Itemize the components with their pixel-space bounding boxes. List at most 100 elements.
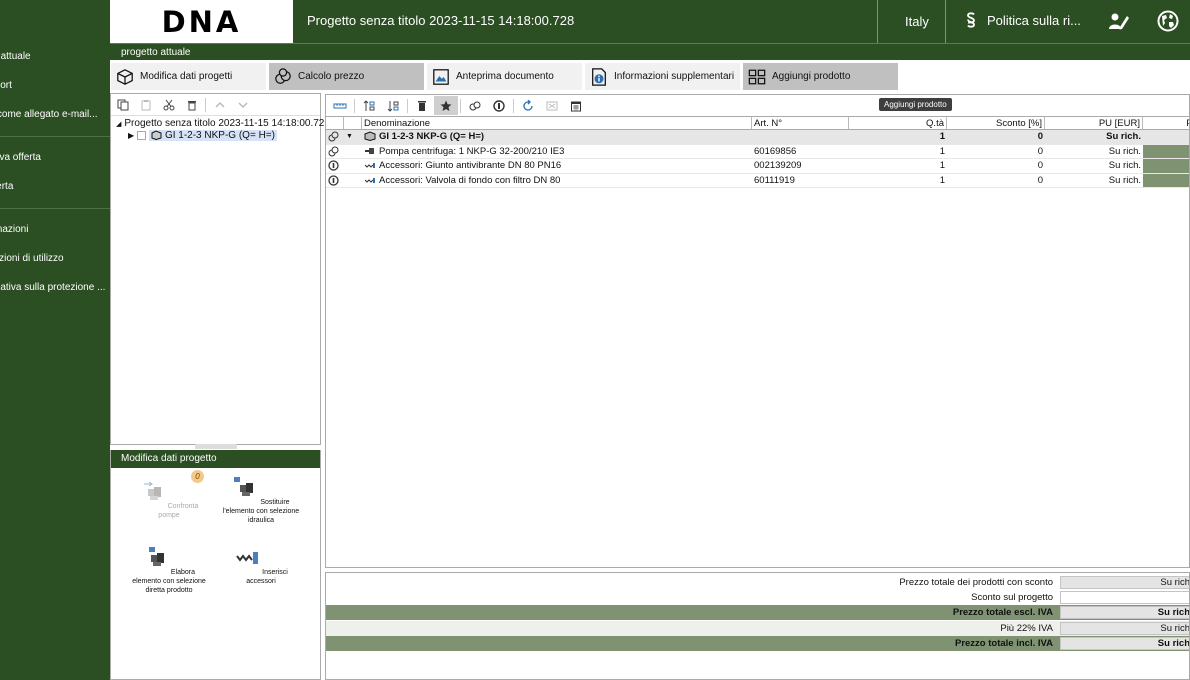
paste-button[interactable] xyxy=(134,95,157,115)
region-selector[interactable]: Italy xyxy=(905,14,929,29)
tab-calcolo-prezzo[interactable]: Calcolo prezzo xyxy=(269,63,424,90)
row-qty[interactable]: 1 xyxy=(849,145,947,159)
currency-icon xyxy=(493,99,505,112)
tab-aggiungi-prodotto[interactable]: Aggiungi prodotto xyxy=(743,63,898,90)
summary-label: Più 22% IVA xyxy=(1000,623,1053,634)
row-discount[interactable]: 0 xyxy=(947,174,1045,188)
move-down-button[interactable] xyxy=(231,95,254,115)
sidebar-item-offerta[interactable]: Offerta xyxy=(0,181,13,192)
currency-icon xyxy=(328,174,339,186)
toolbar-divider xyxy=(407,98,408,113)
column-header-price[interactable]: Pre xyxy=(1143,117,1189,129)
sidebar-item-privacy[interactable]: Informativa sulla protezione ... xyxy=(0,282,105,293)
table-row[interactable]: Accessori: Giunto antivibrante DN 80 PN1… xyxy=(326,159,1189,174)
cut-button[interactable] xyxy=(157,95,180,115)
tree-item-selected: GI 1-2-3 NKP-G (Q= H=) xyxy=(149,130,277,141)
summary-value: Su rich xyxy=(1060,637,1189,650)
globe-icon[interactable] xyxy=(1157,10,1179,32)
row-expand-caret-icon[interactable]: ▼ xyxy=(344,130,362,144)
edit-user-icon[interactable] xyxy=(1108,10,1130,32)
tab-label: Modifica dati progetti xyxy=(140,71,233,82)
copy-button[interactable] xyxy=(111,95,134,115)
row-qty[interactable]: 1 xyxy=(849,130,947,144)
compare-pumps-icon xyxy=(143,481,161,500)
tab-info-supplementari[interactable]: Informazioni supplementari xyxy=(585,63,740,90)
row-discount[interactable]: 0 xyxy=(947,159,1045,173)
row-qty[interactable]: 1 xyxy=(849,159,947,173)
sidebar-item-salva-offerta[interactable]: Salva offerta xyxy=(0,152,41,163)
row-type-cell xyxy=(326,130,344,144)
summary-label: Prezzo totale dei prodotti con sconto xyxy=(899,577,1053,588)
summary-row-total-excl-vat: Prezzo totale escl. IVA Su rich xyxy=(326,605,1189,620)
sort-desc-button[interactable] xyxy=(381,96,405,115)
summary-row-total-incl-vat: Prezzo totale incl. IVA Su rich xyxy=(326,636,1189,651)
row-qty[interactable]: 1 xyxy=(849,174,947,188)
row-name: Accessori: Valvola di fondo con filtro D… xyxy=(379,174,561,186)
insert-accessories-button[interactable]: Inserisci accessori xyxy=(221,546,301,586)
favorite-button[interactable] xyxy=(434,96,458,115)
expand-caret-icon: ◢ xyxy=(116,120,122,128)
tree-checkbox[interactable] xyxy=(137,131,147,140)
column-header-unit-price[interactable]: PU [EUR] xyxy=(1045,117,1143,129)
page-title: Progetto senza titolo 2023-11-15 14:18:0… xyxy=(307,13,575,28)
splitter-handle[interactable] xyxy=(195,444,237,449)
column-header-qty[interactable]: Q.tà xyxy=(849,117,947,129)
tree-item[interactable]: ▶ GI 1-2-3 NKP-G (Q= H=) xyxy=(128,130,277,141)
sidebar-item-email[interactable]: Invia come allegato e-mail... xyxy=(0,109,98,120)
column-header-art[interactable]: Art. N° xyxy=(752,117,849,129)
sidebar-item-condizioni[interactable]: Condizioni di utilizzo xyxy=(0,253,64,264)
export-icon xyxy=(546,101,558,110)
price-table: Denominazione Art. N° Q.tà Sconto [%] PU… xyxy=(326,116,1189,188)
export-button[interactable] xyxy=(540,96,564,115)
move-up-button[interactable] xyxy=(208,95,231,115)
sort-asc-button[interactable] xyxy=(357,96,381,115)
box-icon xyxy=(117,68,133,85)
row-discount[interactable]: 0 xyxy=(947,130,1045,144)
policy-link[interactable]: Politica sulla ri... xyxy=(965,11,1095,29)
column-header-icon xyxy=(326,117,344,129)
column-header-discount[interactable]: Sconto [%] xyxy=(947,117,1045,129)
delete-row-button[interactable] xyxy=(410,96,434,115)
summary-label: Prezzo totale escl. IVA xyxy=(952,607,1053,618)
delete-button[interactable] xyxy=(180,95,203,115)
sidebar-item-progetto-attuale[interactable]: Progetto attuale xyxy=(0,51,31,62)
toggle-view-button[interactable] xyxy=(328,96,352,115)
column-header-name[interactable]: Denominazione xyxy=(362,117,752,129)
sidebar-item-informazioni[interactable]: Informazioni xyxy=(0,224,28,235)
refresh-button[interactable] xyxy=(516,96,540,115)
table-row[interactable]: ▼ GI 1-2-3 NKP-G (Q= H=) 1 0 Su rich. xyxy=(326,130,1189,145)
compare-pumps-button[interactable]: Confronta pompe xyxy=(129,480,209,520)
table-row[interactable]: Accessori: Valvola di fondo con filtro D… xyxy=(326,173,1189,188)
project-discount-input[interactable] xyxy=(1060,591,1189,604)
row-price xyxy=(1143,130,1189,144)
action-label: Inserisci accessori xyxy=(246,569,288,585)
price-calc-button[interactable] xyxy=(463,96,487,115)
pump-group-icon xyxy=(364,131,376,142)
currency-button[interactable] xyxy=(487,96,511,115)
paste-icon xyxy=(141,99,150,110)
row-name-cell: Pompa centrifuga: 1 NKP-G 32-200/210 IE3 xyxy=(362,145,752,159)
tab-modifica-dati[interactable]: Modifica dati progetti xyxy=(111,63,266,90)
sidebar-item-export[interactable]: Export xyxy=(0,80,12,91)
toolbar-divider xyxy=(460,98,461,113)
header-divider xyxy=(945,0,946,43)
trash-icon xyxy=(418,100,426,111)
calendar-button[interactable] xyxy=(564,96,588,115)
sidebar-divider xyxy=(0,208,110,209)
refresh-icon xyxy=(523,99,533,111)
logo[interactable]: DNA xyxy=(110,0,293,43)
sidebar-divider xyxy=(0,136,110,137)
column-header-expand xyxy=(344,117,362,129)
row-unit-price: Su rich. xyxy=(1106,131,1141,142)
tree-root-label: Progetto senza titolo 2023-11-15 14:18:0… xyxy=(124,118,325,129)
direct-selection-button[interactable]: Elabora elemento con selezione diretta p… xyxy=(129,546,209,595)
row-expand-cell xyxy=(344,145,362,159)
replace-hydraulic-button[interactable]: Sostituire l'elemento con selezione idra… xyxy=(221,476,301,525)
tab-anteprima[interactable]: Anteprima documento xyxy=(427,63,582,90)
calendar-icon xyxy=(571,101,581,111)
summary-row-discounted-total: Prezzo totale dei prodotti con sconto Su… xyxy=(326,575,1189,590)
table-row[interactable]: Pompa centrifuga: 1 NKP-G 32-200/210 IE3… xyxy=(326,144,1189,159)
table-toolbar xyxy=(326,95,1189,116)
tree-root[interactable]: ◢ Progetto senza titolo 2023-11-15 14:18… xyxy=(116,118,324,129)
row-discount[interactable]: 0 xyxy=(947,145,1045,159)
